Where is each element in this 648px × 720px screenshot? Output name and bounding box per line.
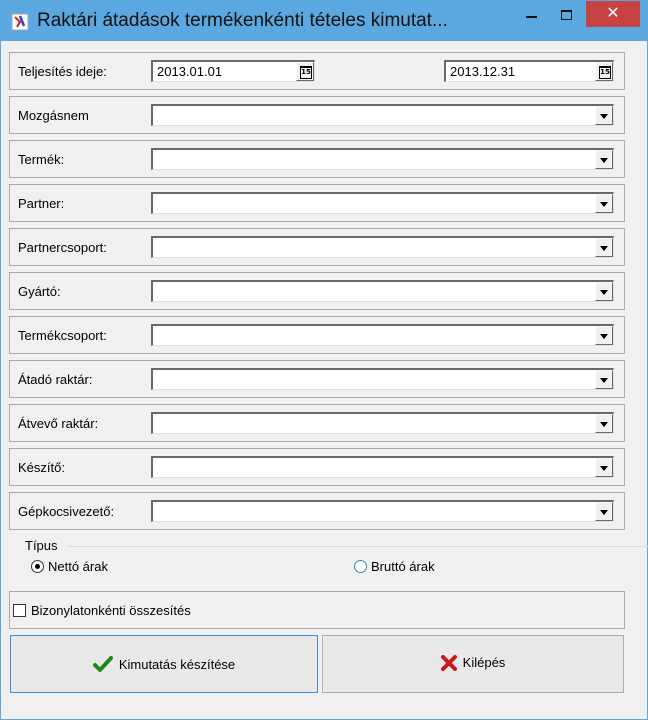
filter-label: Átadó raktár: <box>18 372 93 387</box>
radio-checked-icon[interactable] <box>31 560 44 573</box>
group-divider <box>67 546 648 547</box>
atado-raktar-combo[interactable] <box>151 368 614 390</box>
chevron-down-icon[interactable] <box>595 194 613 213</box>
radio-netto-label: Nettó árak <box>48 559 108 574</box>
minimize-icon <box>526 16 537 18</box>
date-from-field[interactable]: 2013.01.01 15 <box>151 60 315 82</box>
maximize-icon <box>561 10 572 20</box>
tipus-legend: Típus <box>23 538 60 553</box>
calendar-icon: 15 <box>599 66 611 79</box>
filter-row-termek: Termék: <box>9 140 625 178</box>
close-x-icon <box>440 655 457 671</box>
app-icon <box>11 13 29 31</box>
maximize-button[interactable] <box>553 1 580 27</box>
create-report-button[interactable]: Kimutatás készítése <box>10 635 318 693</box>
chevron-down-icon[interactable] <box>595 502 613 521</box>
exit-label: Kilépés <box>462 655 506 670</box>
window-title: Raktári átadások termékenkénti tételes k… <box>37 10 448 31</box>
filter-row-mozgasnem: Mozgásnem <box>9 96 625 134</box>
filter-label: Mozgásnem <box>18 108 89 123</box>
filter-row-gepkocsivezeto: Gépkocsivezető: <box>9 492 625 530</box>
mozgasnem-combo[interactable] <box>151 104 614 126</box>
chevron-down-icon[interactable] <box>595 238 613 257</box>
filter-row-atvevo-raktar: Átvevő raktár: <box>9 404 625 442</box>
filter-row-partner: Partner: <box>9 184 625 222</box>
filter-label: Termékcsoport: <box>18 328 107 343</box>
filter-row-partnercsoport: Partnercsoport: <box>9 228 625 266</box>
date-range-label: Teljesítés ideje: <box>18 64 107 79</box>
date-to-field[interactable]: 2013.12.31 15 <box>444 60 614 82</box>
keszito-combo[interactable] <box>151 456 614 478</box>
chevron-down-icon[interactable] <box>595 282 613 301</box>
chevron-down-icon[interactable] <box>595 106 613 125</box>
filter-row-termekcsoport: Termékcsoport: <box>9 316 625 354</box>
summary-checkbox-row: Bizonylatonkénti összesítés <box>9 591 625 629</box>
filter-row-atado-raktar: Átadó raktár: <box>9 360 625 398</box>
filter-label: Átvevő raktár: <box>18 416 99 431</box>
filter-label: Gyártó: <box>18 284 61 299</box>
chevron-down-icon[interactable] <box>595 370 613 389</box>
minimize-button[interactable] <box>518 1 545 27</box>
filter-label: Termék: <box>18 152 65 167</box>
close-icon: ✕ <box>606 3 620 22</box>
calendar-icon: 15 <box>300 66 312 79</box>
close-button[interactable]: ✕ <box>586 1 640 27</box>
title-bar[interactable]: Raktári átadások termékenkénti tételes k… <box>1 1 647 41</box>
summary-checkbox-label[interactable]: Bizonylatonkénti összesítés <box>31 603 191 618</box>
filter-label: Készítő: <box>18 460 65 475</box>
chevron-down-icon[interactable] <box>595 150 613 169</box>
partner-combo[interactable] <box>151 192 614 214</box>
filter-row-keszito: Készítő: <box>9 448 625 486</box>
filter-row-gyarto: Gyártó: <box>9 272 625 310</box>
radio-unchecked-icon[interactable] <box>354 560 367 573</box>
date-from-value: 2013.01.01 <box>157 64 223 79</box>
date-from-calendar-button[interactable]: 15 <box>296 62 314 81</box>
summary-checkbox[interactable] <box>13 604 26 617</box>
filter-label: Partnercsoport: <box>18 240 107 255</box>
termekcsoport-combo[interactable] <box>151 324 614 346</box>
create-report-label: Kimutatás készítése <box>118 657 236 672</box>
date-to-value: 2013.12.31 <box>450 64 516 79</box>
gepkocsivezeto-combo[interactable] <box>151 500 614 522</box>
chevron-down-icon[interactable] <box>595 326 613 345</box>
radio-brutto-label: Bruttó árak <box>371 559 435 574</box>
checkmark-icon <box>92 656 113 672</box>
tipus-group: Típus Nettó árak Bruttó árak <box>9 538 648 586</box>
gyarto-combo[interactable] <box>151 280 614 302</box>
chevron-down-icon[interactable] <box>595 414 613 433</box>
partnercsoport-combo[interactable] <box>151 236 614 258</box>
atvevo-raktar-combo[interactable] <box>151 412 614 434</box>
date-range-row: Teljesítés ideje: 2013.01.01 15 2013.12.… <box>9 52 625 90</box>
exit-button[interactable]: Kilépés <box>322 635 624 693</box>
date-to-calendar-button[interactable]: 15 <box>595 62 613 81</box>
termek-combo[interactable] <box>151 148 614 170</box>
chevron-down-icon[interactable] <box>595 458 613 477</box>
filter-label: Gépkocsivezető: <box>18 504 115 519</box>
report-window: Raktári átadások termékenkénti tételes k… <box>0 0 648 720</box>
filter-label: Partner: <box>18 196 65 211</box>
